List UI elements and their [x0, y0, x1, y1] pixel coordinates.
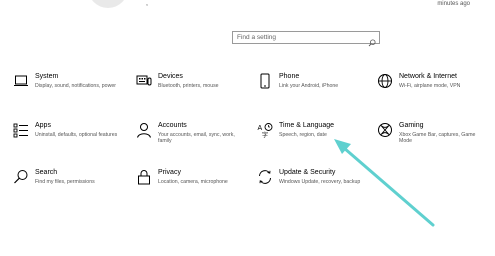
tile-desc: Link your Android, iPhone [279, 83, 339, 89]
tile-title: Accounts [158, 122, 187, 129]
tile-title: Time & Language [279, 122, 334, 129]
tile-title: Devices [158, 73, 183, 80]
tile-phone[interactable]: Phone Link your Android, iPhone [257, 73, 377, 101]
tile-desc: Location, camera, microphone [158, 179, 228, 185]
keyboard-icon [136, 73, 152, 89]
tile-desc: Bluetooth, printers, mouse [158, 83, 219, 89]
tile-title: Phone [279, 73, 300, 80]
time-language-icon: A字 [257, 122, 273, 138]
avatar[interactable] [88, 0, 128, 8]
search-placeholder: Find a setting [237, 34, 277, 41]
svg-text:A: A [258, 125, 263, 132]
tile-system[interactable]: System Display, sound, notifications, po… [13, 73, 133, 101]
tile-privacy[interactable]: Privacy Location, camera, microphone [136, 169, 256, 197]
tile-update-security[interactable]: Update & Security Windows Update, recove… [257, 169, 377, 197]
tile-desc: Find my files, permissions [35, 179, 95, 185]
update-time: minutes ago [437, 1, 470, 7]
tile-time-language[interactable]: A字 Time & Language Speech, region, date [257, 122, 377, 150]
tile-title: System [35, 73, 59, 80]
header-text: , [146, 0, 148, 7]
tile-title: Network & Internet [399, 73, 457, 80]
tile-desc: Uninstall, defaults, optional features [35, 132, 118, 138]
tile-accounts[interactable]: Accounts Your accounts, email, sync, wor… [136, 122, 256, 150]
svg-text:字: 字 [262, 131, 268, 138]
tile-desc: Xbox Game Bar, captures, Game Mode [399, 132, 476, 145]
tile-gaming[interactable]: Gaming Xbox Game Bar, captures, Game Mod… [377, 122, 495, 150]
tile-desc: Wi-Fi, airplane mode, VPN [399, 83, 461, 89]
tile-desc: Windows Update, recovery, backup [279, 179, 361, 185]
person-icon [136, 122, 152, 138]
tile-title: Gaming [399, 122, 424, 129]
tile-title: Privacy [158, 169, 181, 176]
tile-network[interactable]: Network & Internet Wi-Fi, airplane mode,… [377, 73, 495, 101]
tile-search[interactable]: Search Find my files, permissions [13, 169, 133, 197]
xbox-icon [377, 122, 393, 138]
phone-icon [257, 73, 273, 89]
search-icon [13, 169, 29, 185]
search-input[interactable]: Find a setting [232, 31, 380, 47]
tile-title: Update & Security [279, 169, 336, 176]
tile-desc: Your accounts, email, sync, work, family [158, 132, 235, 145]
tile-devices[interactable]: Devices Bluetooth, printers, mouse [136, 73, 256, 101]
tile-title: Search [35, 169, 58, 176]
search-icon [368, 34, 376, 47]
tile-apps[interactable]: Apps Uninstall, defaults, optional featu… [13, 122, 133, 150]
tile-desc: Display, sound, notifications, power [35, 83, 116, 89]
sync-icon [257, 169, 273, 185]
laptop-icon [13, 73, 29, 89]
tile-desc: Speech, region, date [279, 132, 327, 138]
apps-list-icon [13, 122, 29, 138]
globe-icon [377, 73, 393, 89]
lock-icon [136, 169, 152, 185]
tile-title: Apps [35, 122, 51, 129]
